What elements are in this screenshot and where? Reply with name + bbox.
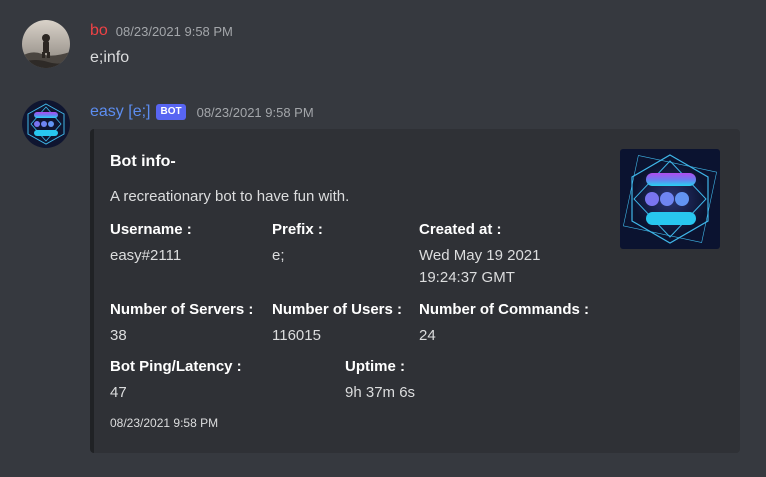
field-created-at: Created at : Wed May 19 2021 19:24:37 GM… <box>419 220 540 289</box>
field-name: Created at : <box>419 221 502 238</box>
bot-tag-badge: BOT <box>156 104 186 120</box>
bot-info-embed: Bot info- A recreationary bot to have fu… <box>90 129 740 453</box>
embed-thumbnail[interactable] <box>620 149 720 249</box>
field-bot-ping-latency: Bot Ping/Latency : 47 <box>110 357 242 404</box>
message-content: e;info <box>90 49 130 66</box>
field-value-line: 19:24:37 GMT <box>419 269 515 286</box>
user-photo-avatar-icon <box>22 20 70 68</box>
field-value: easy#2111 <box>110 247 182 264</box>
field-value: 24 <box>419 327 436 344</box>
embed-title: Bot info- <box>110 153 176 170</box>
bot-logo-thumbnail-icon <box>620 149 720 249</box>
message-timestamp: 08/23/2021 9:58 PM <box>115 23 233 39</box>
bot-avatar-easy[interactable] <box>22 100 70 148</box>
field-prefix: Prefix : e; <box>272 220 323 267</box>
field-name: Prefix : <box>272 221 323 238</box>
field-name: Bot Ping/Latency : <box>110 358 242 375</box>
field-name: Number of Users : <box>272 301 403 318</box>
field-value: Wed May 19 2021 19:24:37 GMT <box>419 245 540 289</box>
field-name: Number of Servers : <box>110 301 254 318</box>
field-value: 9h 37m 6s <box>345 384 416 401</box>
field-value: 47 <box>110 384 127 401</box>
field-uptime: Uptime : 9h 37m 6s <box>345 357 415 404</box>
field-name: Username : <box>110 221 192 238</box>
field-value-line: Wed May 19 2021 <box>419 247 541 264</box>
chat-messages: bo 08/23/2021 9:58 PM e;info easy [e;] B… <box>0 0 766 477</box>
field-name: Uptime : <box>345 358 405 375</box>
field-value: 116015 <box>272 327 321 344</box>
username-bo[interactable]: bo <box>90 22 108 40</box>
message-header: easy [e;] BOT 08/23/2021 9:58 PM <box>90 103 314 121</box>
field-username: Username : easy#2111 <box>110 220 192 267</box>
bot-logo-avatar-icon <box>22 100 70 148</box>
embed-footer-timestamp: 08/23/2021 9:58 PM <box>110 416 219 430</box>
field-number-of-commands: Number of Commands : 24 <box>419 300 589 347</box>
field-name: Number of Commands : <box>419 301 590 318</box>
message-header: bo 08/23/2021 9:58 PM <box>90 22 233 40</box>
field-value: 38 <box>110 327 127 344</box>
field-value: e; <box>272 247 285 264</box>
field-number-of-servers: Number of Servers : 38 <box>110 300 253 347</box>
user-avatar-bo[interactable] <box>22 20 70 68</box>
field-number-of-users: Number of Users : 116015 <box>272 300 402 347</box>
username-easy[interactable]: easy [e;] <box>90 103 150 121</box>
embed-description: A recreationary bot to have fun with. <box>110 188 350 205</box>
message-timestamp: 08/23/2021 9:58 PM <box>196 104 314 120</box>
